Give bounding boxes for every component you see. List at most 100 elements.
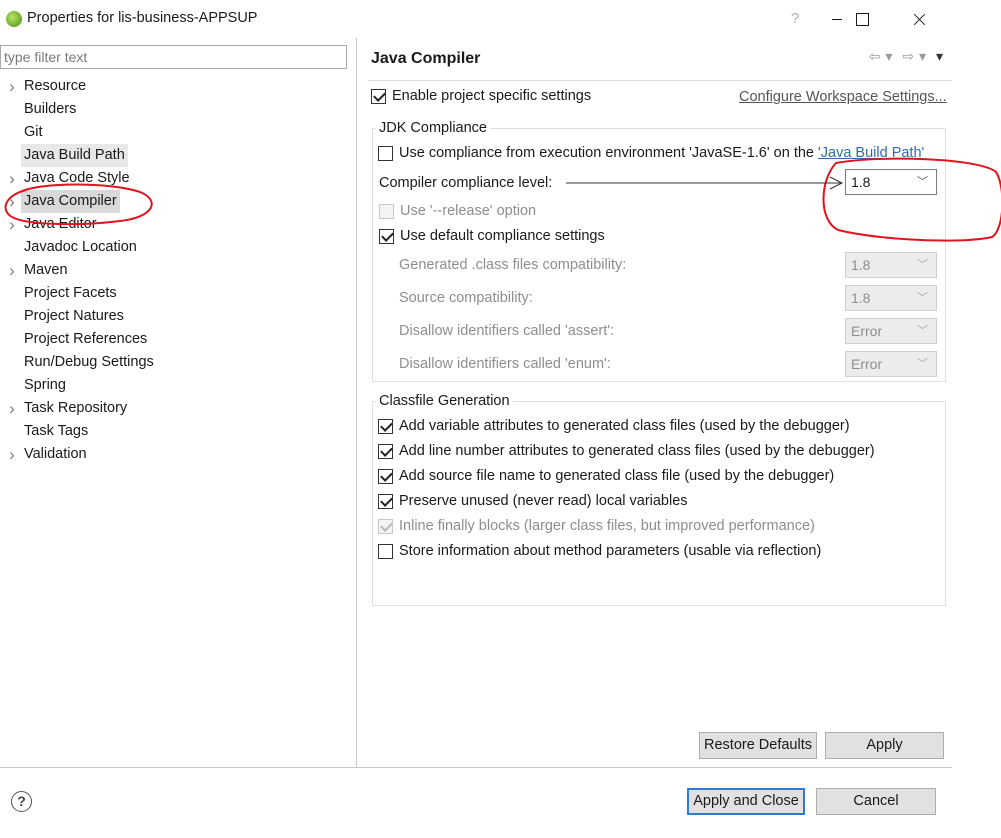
- checkbox-box: [379, 203, 394, 219]
- tree-item-label: Java Code Style: [24, 170, 130, 186]
- java-build-path-link[interactable]: 'Java Build Path': [818, 145, 924, 161]
- checkbox-label: Use '--release' option: [400, 203, 537, 219]
- forward-menu-chevron-icon[interactable]: ▾: [919, 48, 927, 65]
- apply-button[interactable]: Apply: [825, 732, 944, 759]
- select-value: 1.8: [851, 290, 871, 306]
- tree-item-label: Builders: [24, 101, 77, 117]
- tree-item-java-build-path[interactable]: Java Build Path: [0, 144, 340, 167]
- classfile-option-checkbox[interactable]: Store information about method parameter…: [378, 543, 821, 559]
- tree-item-task-repository[interactable]: › Task Repository: [0, 397, 340, 420]
- view-menu-icon[interactable]: ▾: [936, 48, 944, 65]
- chevron-down-icon: ﹀: [917, 325, 928, 337]
- spring-app-icon: [6, 11, 22, 27]
- tree-item-java-compiler[interactable]: › Java Compiler: [0, 190, 340, 213]
- checkbox-box[interactable]: [378, 418, 393, 434]
- chevron-right-icon[interactable]: ›: [5, 167, 19, 190]
- dialog-footer: ? Apply and Close Cancel: [0, 767, 952, 834]
- cancel-button[interactable]: Cancel: [816, 788, 936, 815]
- tree-item-validation[interactable]: › Validation: [0, 443, 340, 466]
- checkbox-box: [378, 518, 393, 534]
- checkbox-label: Add line number attributes to generated …: [399, 443, 875, 459]
- help-icon[interactable]: ?: [11, 791, 32, 812]
- compliance-level-label: Compiler compliance level:: [379, 175, 553, 191]
- configure-workspace-link[interactable]: Configure Workspace Settings...: [739, 89, 947, 105]
- tree-item-label: Validation: [24, 446, 87, 462]
- source-compat-label: Source compatibility:: [399, 290, 533, 306]
- checkbox-label: Preserve unused (never read) local varia…: [399, 493, 688, 509]
- use-default-compliance-checkbox[interactable]: Use default compliance settings: [379, 228, 605, 244]
- checkbox-box[interactable]: [379, 228, 394, 244]
- property-pages-panel: ›ResourceBuildersGitJava Build Path›Java…: [0, 38, 357, 767]
- select-value: Error: [851, 356, 883, 372]
- checkbox-box[interactable]: [371, 88, 386, 104]
- chevron-down-icon: ﹀: [917, 176, 928, 188]
- enum-identifier-label: Disallow identifiers called 'enum':: [399, 356, 611, 372]
- apply-and-close-button[interactable]: Apply and Close: [687, 788, 805, 815]
- tree-item-label: Javadoc Location: [24, 239, 137, 255]
- tree-item-spring[interactable]: Spring: [0, 374, 340, 397]
- checkbox-box[interactable]: [378, 145, 393, 161]
- tree-item-java-code-style[interactable]: › Java Code Style: [0, 167, 340, 190]
- tree-item-java-editor[interactable]: › Java Editor: [0, 213, 340, 236]
- checkbox-label: Add variable attributes to generated cla…: [399, 418, 850, 434]
- checkbox-box[interactable]: [378, 543, 393, 559]
- chevron-right-icon[interactable]: ›: [5, 443, 19, 466]
- tree-item-project-facets[interactable]: Project Facets: [0, 282, 340, 305]
- source-compat-select: 1.8 ﹀: [845, 285, 937, 311]
- tree-item-javadoc-location[interactable]: Javadoc Location: [0, 236, 340, 259]
- classfile-option-checkbox[interactable]: Add variable attributes to generated cla…: [378, 418, 850, 434]
- chevron-right-icon[interactable]: ›: [5, 397, 19, 420]
- chevron-right-icon[interactable]: ›: [5, 213, 19, 236]
- tree-item-label: Run/Debug Settings: [24, 354, 154, 370]
- classfile-option-checkbox: Inline finally blocks (larger class file…: [378, 518, 815, 534]
- enum-identifier-select: Error ﹀: [845, 351, 937, 377]
- checkbox-box[interactable]: [378, 493, 393, 509]
- tree-item-project-references[interactable]: Project References: [0, 328, 340, 351]
- maximize-button[interactable]: [839, 0, 885, 38]
- use-execution-env-checkbox[interactable]: Use compliance from execution environmen…: [378, 145, 924, 161]
- tree-item-label: Task Repository: [24, 400, 128, 416]
- checkbox-label: Add source file name to generated class …: [399, 468, 835, 484]
- tree-item-builders[interactable]: Builders: [0, 98, 340, 121]
- select-value: Error: [851, 323, 883, 339]
- chevron-right-icon[interactable]: ›: [5, 75, 19, 98]
- help-icon[interactable]: ?: [772, 0, 818, 38]
- tree-item-run-debug-settings[interactable]: Run/Debug Settings: [0, 351, 340, 374]
- chevron-down-icon: ﹀: [917, 259, 928, 271]
- enable-project-settings-checkbox[interactable]: Enable project specific settings: [371, 88, 591, 104]
- tree-item-resource[interactable]: › Resource: [0, 75, 340, 98]
- forward-arrow-icon[interactable]: ⇨: [902, 48, 915, 65]
- checkbox-box[interactable]: [378, 443, 393, 459]
- tree-item-label: Java Editor: [24, 216, 97, 232]
- tree-item-task-tags[interactable]: Task Tags: [0, 420, 340, 443]
- checkbox-label: Use compliance from execution environmen…: [399, 145, 924, 161]
- classfile-option-checkbox[interactable]: Add source file name to generated class …: [378, 468, 834, 484]
- tree-item-label: Java Compiler: [21, 190, 120, 213]
- tree-item-label: Resource: [24, 78, 87, 94]
- back-menu-chevron-icon[interactable]: ▾: [885, 48, 893, 65]
- classfile-option-checkbox[interactable]: Preserve unused (never read) local varia…: [378, 493, 688, 509]
- restore-defaults-button[interactable]: Restore Defaults: [699, 732, 817, 759]
- close-button[interactable]: [897, 0, 943, 38]
- chevron-right-icon[interactable]: ›: [5, 259, 19, 282]
- tree-item-maven[interactable]: › Maven: [0, 259, 340, 282]
- tree-item-label: Git: [24, 124, 43, 140]
- chevron-right-icon[interactable]: ›: [5, 190, 19, 213]
- classfile-option-checkbox[interactable]: Add line number attributes to generated …: [378, 443, 875, 459]
- tree-item-git[interactable]: Git: [0, 121, 340, 144]
- tree-item-label: Java Build Path: [21, 144, 128, 167]
- annotation-arrow: [565, 174, 843, 184]
- select-value: 1.8: [851, 174, 871, 190]
- filter-input[interactable]: [0, 45, 347, 69]
- checkbox-box[interactable]: [378, 468, 393, 484]
- select-value: 1.8: [851, 257, 871, 273]
- back-arrow-icon[interactable]: ⇦: [869, 48, 882, 65]
- tree-item-project-natures[interactable]: Project Natures: [0, 305, 340, 328]
- checkbox-label: Enable project specific settings: [392, 88, 592, 104]
- tree-item-label: Project Natures: [24, 308, 124, 324]
- compliance-level-select[interactable]: 1.8 ﹀: [845, 169, 937, 195]
- java-compiler-page: Java Compiler ⇦ ▾ ⇨ ▾ ▾ Enable project spe…: [358, 38, 952, 767]
- property-tree: › Resource Builders Git Java Build Path › Java…: [0, 75, 340, 466]
- tree-item-label: Spring: [24, 377, 66, 393]
- tree-item-label: Project Facets: [24, 285, 117, 301]
